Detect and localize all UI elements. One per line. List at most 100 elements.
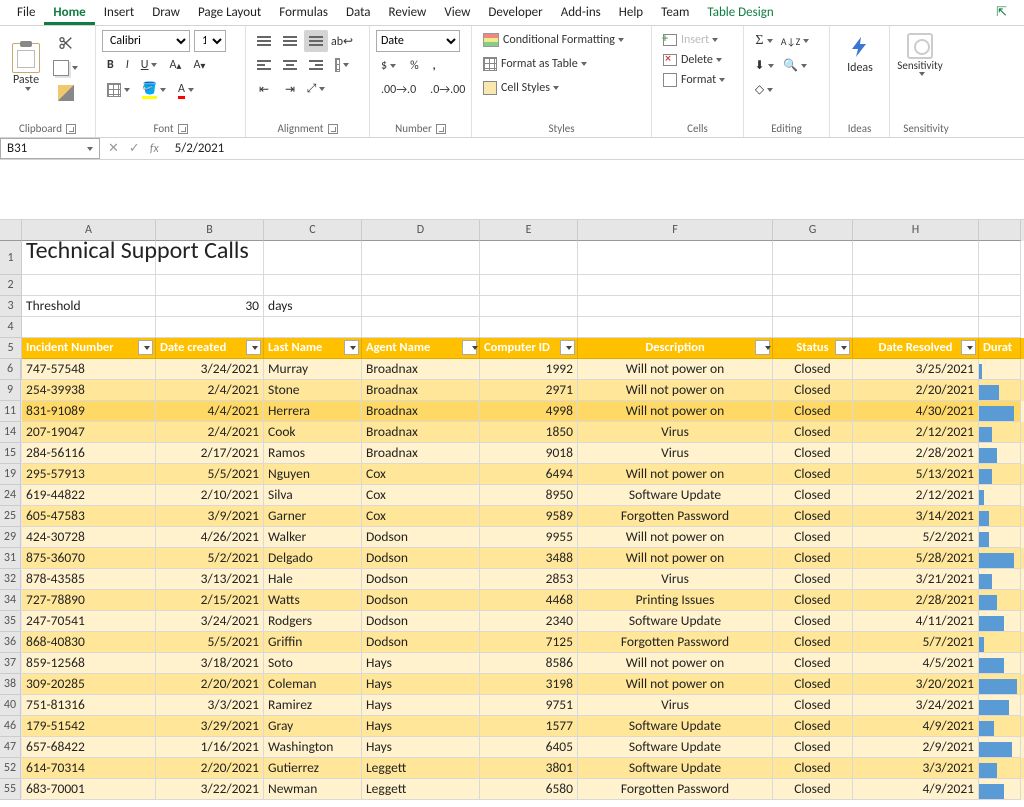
- cell-databar[interactable]: [979, 548, 1021, 569]
- cell[interactable]: 3/13/2021: [156, 569, 264, 590]
- cell[interactable]: Closed: [773, 653, 853, 674]
- insert-cells-button[interactable]: Insert: [658, 30, 734, 50]
- cell[interactable]: 3/29/2021: [156, 716, 264, 737]
- menu-data[interactable]: Data: [337, 1, 380, 24]
- cell[interactable]: Leggett: [362, 779, 480, 800]
- cell[interactable]: 5/5/2021: [156, 464, 264, 485]
- comma-button[interactable]: ,: [428, 56, 441, 76]
- cell[interactable]: Coleman: [264, 674, 362, 695]
- align-left-button[interactable]: [252, 54, 276, 76]
- cell[interactable]: Will not power on: [578, 380, 773, 401]
- cell[interactable]: 8950: [480, 485, 578, 506]
- cell[interactable]: Hale: [264, 569, 362, 590]
- cell-databar[interactable]: [979, 380, 1021, 401]
- col-header[interactable]: G: [773, 220, 853, 241]
- paste-button[interactable]: Paste: [6, 30, 46, 104]
- dialog-launcher-icon[interactable]: [328, 124, 338, 134]
- cell[interactable]: 9589: [480, 506, 578, 527]
- cell[interactable]: Virus: [578, 569, 773, 590]
- cell[interactable]: 4/4/2021: [156, 401, 264, 422]
- row-header[interactable]: 37: [0, 653, 21, 674]
- cell[interactable]: 1/16/2021: [156, 737, 264, 758]
- filter-icon[interactable]: [961, 340, 976, 355]
- cell[interactable]: Murray: [264, 359, 362, 380]
- row-header[interactable]: 9: [0, 380, 21, 401]
- cell[interactable]: Delgado: [264, 548, 362, 569]
- cell[interactable]: Hays: [362, 716, 480, 737]
- cell[interactable]: 2/15/2021: [156, 590, 264, 611]
- shrink-font-button[interactable]: A▾: [188, 55, 210, 75]
- cell[interactable]: 4/11/2021: [853, 611, 979, 632]
- menu-table-design[interactable]: Table Design: [698, 1, 782, 24]
- cell[interactable]: 614-70314: [22, 758, 156, 779]
- cell[interactable]: Closed: [773, 464, 853, 485]
- row-header[interactable]: 6: [0, 359, 21, 380]
- cell[interactable]: 3/24/2021: [853, 695, 979, 716]
- cut-button[interactable]: [48, 32, 83, 54]
- cell[interactable]: 30: [156, 296, 264, 317]
- cell[interactable]: 2/17/2021: [156, 443, 264, 464]
- cell[interactable]: Closed: [773, 716, 853, 737]
- cell[interactable]: Virus: [578, 695, 773, 716]
- cell[interactable]: Will not power on: [578, 548, 773, 569]
- menu-draw[interactable]: Draw: [143, 1, 189, 24]
- cell[interactable]: Closed: [773, 527, 853, 548]
- cell[interactable]: 5/5/2021: [156, 632, 264, 653]
- cell[interactable]: Will not power on: [578, 527, 773, 548]
- cell[interactable]: Closed: [773, 422, 853, 443]
- borders-button[interactable]: [102, 80, 135, 100]
- col-header[interactable]: C: [264, 220, 362, 241]
- cell-databar[interactable]: [979, 716, 1021, 737]
- cell[interactable]: 8586: [480, 653, 578, 674]
- name-box[interactable]: B31: [0, 138, 100, 159]
- cell[interactable]: Closed: [773, 779, 853, 800]
- cell[interactable]: Silva: [264, 485, 362, 506]
- cell-databar[interactable]: [979, 611, 1021, 632]
- cell-styles-button[interactable]: Cell Styles: [478, 78, 638, 98]
- cell[interactable]: 875-36070: [22, 548, 156, 569]
- cell-databar[interactable]: [979, 401, 1021, 422]
- table-header[interactable]: Computer ID: [480, 338, 578, 359]
- row-header[interactable]: 35: [0, 611, 21, 632]
- cell[interactable]: Closed: [773, 632, 853, 653]
- row-header[interactable]: 32: [0, 569, 21, 590]
- cell[interactable]: Broadnax: [362, 359, 480, 380]
- align-middle-button[interactable]: [278, 30, 302, 52]
- align-top-button[interactable]: [252, 30, 276, 52]
- autosum-button[interactable]: Σ: [750, 30, 778, 52]
- format-painter-button[interactable]: [48, 82, 83, 104]
- cell[interactable]: Closed: [773, 758, 853, 779]
- row-header[interactable]: 19: [0, 464, 21, 485]
- cell[interactable]: Broadnax: [362, 401, 480, 422]
- cell[interactable]: 2/28/2021: [853, 590, 979, 611]
- font-size-select[interactable]: 11: [194, 30, 226, 52]
- cell[interactable]: 727-78890: [22, 590, 156, 611]
- cell[interactable]: 424-30728: [22, 527, 156, 548]
- cell[interactable]: Hays: [362, 674, 480, 695]
- cell[interactable]: 2/20/2021: [853, 380, 979, 401]
- cell[interactable]: Closed: [773, 569, 853, 590]
- cell[interactable]: Will not power on: [578, 401, 773, 422]
- cell[interactable]: 5/7/2021: [853, 632, 979, 653]
- cell[interactable]: 2/28/2021: [853, 443, 979, 464]
- table-header[interactable]: Incident Number: [22, 338, 156, 359]
- cell-databar[interactable]: [979, 737, 1021, 758]
- cell[interactable]: Closed: [773, 611, 853, 632]
- cell-databar[interactable]: [979, 506, 1021, 527]
- wrap-text-button[interactable]: ab↩: [330, 30, 354, 52]
- row-header[interactable]: 5: [0, 338, 22, 359]
- cell[interactable]: 868-40830: [22, 632, 156, 653]
- cell[interactable]: Closed: [773, 506, 853, 527]
- decrease-decimal-button[interactable]: .0→.00: [425, 80, 470, 100]
- row-header[interactable]: 1: [0, 241, 22, 275]
- cell[interactable]: 207-19047: [22, 422, 156, 443]
- cell[interactable]: 2/12/2021: [853, 485, 979, 506]
- format-as-table-button[interactable]: Format as Table: [478, 54, 638, 74]
- cell[interactable]: Ramos: [264, 443, 362, 464]
- col-header[interactable]: D: [362, 220, 480, 241]
- cell[interactable]: 309-20285: [22, 674, 156, 695]
- table-header[interactable]: Agent Name↓: [362, 338, 480, 359]
- cell[interactable]: Gray: [264, 716, 362, 737]
- orientation-button[interactable]: ⤢: [304, 78, 328, 100]
- cell[interactable]: Newman: [264, 779, 362, 800]
